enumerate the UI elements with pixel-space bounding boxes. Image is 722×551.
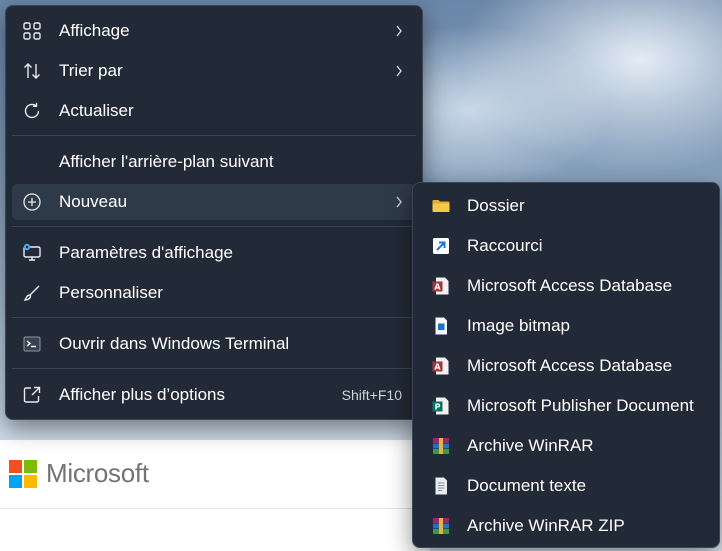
menu-separator [12,135,416,136]
access-database-icon: A [431,276,451,296]
terminal-icon [22,334,42,354]
submenu-item-label: Dossier [467,196,525,215]
brush-icon [22,283,42,303]
microsoft-logo-icon [9,459,37,488]
page-divider [0,508,430,509]
submenu-item-publisher-document[interactable]: P Microsoft Publisher Document [419,388,713,424]
menu-item-actualiser[interactable]: Actualiser [12,93,416,129]
desktop-context-menu: Affichage Trier par Actualiser Afficher … [5,5,423,420]
winrar-archive-icon [431,436,451,456]
menu-item-label: Nouveau [59,192,128,211]
grid-view-icon [22,21,42,41]
new-submenu: Dossier Raccourci A Microsoft Access Dat… [412,182,720,548]
submenu-item-label: Microsoft Access Database [467,276,673,295]
menu-item-label: Afficher l'arrière-plan suivant [59,152,274,171]
submenu-item-access-database-2[interactable]: A Microsoft Access Database [419,348,713,384]
menu-item-windows-terminal[interactable]: Ouvrir dans Windows Terminal [12,326,416,362]
submenu-item-dossier[interactable]: Dossier [419,188,713,224]
menu-separator [12,368,416,369]
submenu-item-label: Image bitmap [467,316,570,335]
menu-item-label: Afficher plus d’options [59,385,226,404]
menu-separator [12,317,416,318]
sort-arrows-icon [22,61,42,81]
more-options-icon [22,385,42,405]
svg-text:A: A [434,283,441,292]
submenu-item-label: Archive WinRAR ZIP [467,516,625,535]
submenu-item-label: Raccourci [467,236,543,255]
folder-icon [431,196,451,216]
svg-text:P: P [435,403,441,412]
menu-item-arriere-plan-suivant[interactable]: Afficher l'arrière-plan suivant [12,144,416,180]
menu-item-label: Trier par [59,61,123,80]
submenu-item-label: Document texte [467,476,587,495]
submenu-item-archive-winrar[interactable]: Archive WinRAR [419,428,713,464]
menu-item-label: Actualiser [59,101,134,120]
shortcut-icon [431,236,451,256]
menu-item-label: Personnaliser [59,283,163,302]
submenu-item-label: Microsoft Publisher Document [467,396,694,415]
microsoft-logo: Microsoft [9,458,149,489]
submenu-item-raccourci[interactable]: Raccourci [419,228,713,264]
submenu-item-label: Microsoft Access Database [467,356,673,375]
menu-item-parametres-affichage[interactable]: Paramètres d'affichage [12,235,416,271]
menu-item-trier-par[interactable]: Trier par [12,53,416,89]
background-webpage [0,440,430,551]
winrar-zip-icon [431,516,451,536]
menu-separator [12,226,416,227]
svg-text:A: A [434,363,441,372]
refresh-icon [22,101,42,121]
publisher-document-icon: P [431,396,451,416]
menu-item-plus-options[interactable]: Afficher plus d’options Shift+F10 [12,377,416,413]
menu-item-label: Affichage [59,21,130,40]
chevron-right-icon [394,22,404,40]
menu-item-label: Paramètres d'affichage [59,243,233,262]
submenu-item-image-bitmap[interactable]: Image bitmap [419,308,713,344]
submenu-item-label: Archive WinRAR [467,436,594,455]
submenu-item-access-database[interactable]: A Microsoft Access Database [419,268,713,304]
menu-item-personnaliser[interactable]: Personnaliser [12,275,416,311]
menu-item-label: Ouvrir dans Windows Terminal [59,334,290,353]
display-settings-icon [22,243,42,263]
microsoft-logo-text: Microsoft [46,458,149,488]
keyboard-shortcut: Shift+F10 [341,387,402,403]
plus-circle-icon [22,192,42,212]
chevron-right-icon [394,62,404,80]
access-database-icon: A [431,356,451,376]
menu-item-nouveau[interactable]: Nouveau [12,184,416,220]
menu-item-affichage[interactable]: Affichage [12,13,416,49]
submenu-item-document-texte[interactable]: Document texte [419,468,713,504]
submenu-item-archive-winrar-zip[interactable]: Archive WinRAR ZIP [419,508,713,544]
bitmap-image-icon [431,316,451,336]
text-document-icon [431,476,451,496]
chevron-right-icon [394,193,404,211]
